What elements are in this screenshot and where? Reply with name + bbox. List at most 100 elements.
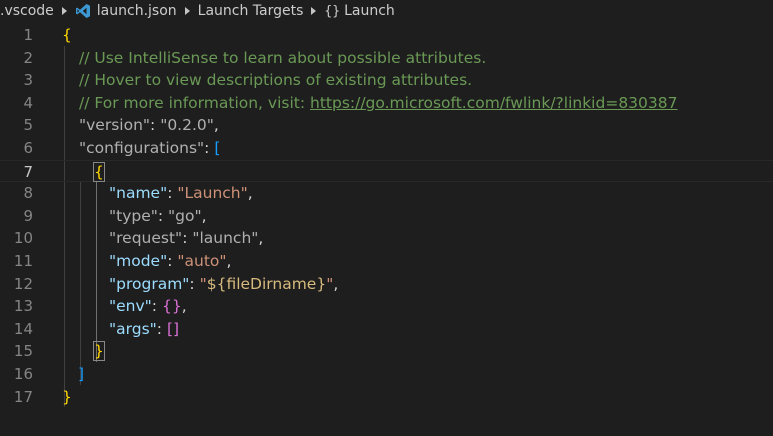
code-line: 15 }	[0, 340, 773, 363]
colon: :	[167, 184, 178, 203]
object-icon: {}	[324, 4, 341, 19]
breadcrumb-file-label: launch.json	[96, 3, 177, 19]
line-number: 14	[13, 319, 33, 338]
code-line: 1 {	[0, 24, 773, 47]
colon: :	[157, 206, 169, 225]
code-text: "program": "${fileDirname}",	[109, 273, 338, 296]
line-number: 7	[23, 162, 33, 181]
comment: // Use IntelliSense to learn about possi…	[79, 48, 487, 67]
json-string-value: "Launch"	[177, 184, 248, 203]
line-number: 9	[23, 206, 33, 225]
comment: // Hover to view descriptions of existin…	[79, 71, 473, 90]
json-string-value: "auto"	[177, 252, 227, 270]
code-text: "args": []	[109, 318, 179, 341]
vscode-json-icon	[75, 4, 90, 18]
code-text: // Use IntelliSense to learn about possi…	[79, 47, 486, 70]
json-string-value: "0.2.0"	[160, 116, 214, 135]
breadcrumb-symbol[interactable]: {} Launch	[324, 3, 394, 19]
breadcrumb-folder[interactable]: .vscode	[0, 3, 54, 19]
line-number: 17	[13, 387, 33, 406]
empty-object: {}	[161, 297, 182, 316]
code-text: // For more information, visit: https://…	[79, 92, 678, 115]
colon: :	[189, 274, 200, 293]
empty-array: []	[166, 319, 180, 338]
line-number: 13	[13, 297, 33, 316]
colon: :	[182, 229, 193, 248]
array-open-bracket: [	[214, 139, 221, 157]
template-variable: ${fileDirname}	[206, 274, 327, 293]
code-text: "configurations": [	[79, 137, 220, 160]
code-line: 10 "request": "launch",	[0, 227, 773, 250]
breadcrumb-file[interactable]: launch.json	[75, 3, 177, 19]
code-text: // Hover to view descriptions of existin…	[79, 69, 472, 92]
matched-open-brace: {	[93, 161, 105, 182]
json-key: "request"	[109, 229, 183, 248]
colon: :	[156, 319, 167, 338]
json-key: "type"	[109, 206, 158, 225]
line-number: 16	[13, 365, 33, 383]
code-text: }	[93, 340, 105, 363]
code-line: 9 "type": "go",	[0, 205, 773, 228]
code-line: 5 "version": "0.2.0",	[0, 114, 773, 137]
line-number: 12	[13, 274, 33, 293]
code-line: 17 }	[0, 386, 773, 409]
json-key: "name"	[109, 184, 168, 203]
code-line: 3 // Hover to view descriptions of exist…	[0, 69, 773, 92]
string-quote: "	[199, 274, 207, 293]
json-key: "program"	[109, 274, 190, 293]
code-text: "env": {},	[109, 295, 187, 318]
code-text: "name": "Launch",	[109, 182, 253, 205]
colon: :	[204, 139, 215, 157]
code-line: 4 // For more information, visit: https:…	[0, 92, 773, 115]
code-line: 6 "configurations": [	[0, 137, 773, 160]
line-number: 11	[13, 252, 33, 270]
code-editor[interactable]: 1 { 2 // Use IntelliSense to learn about…	[0, 24, 773, 436]
code-text: "request": "launch",	[109, 227, 263, 250]
json-key: "mode"	[109, 252, 168, 270]
line-number: 3	[23, 71, 33, 90]
line-number: 1	[23, 26, 33, 44]
code-line: 12 "program": "${fileDirname}",	[0, 273, 773, 296]
colon: :	[167, 252, 178, 270]
comma: ,	[247, 184, 253, 203]
chevron-right-icon	[311, 7, 317, 15]
comma: ,	[226, 252, 232, 270]
line-number: 2	[23, 48, 33, 67]
comma: ,	[201, 206, 207, 225]
json-key: "configurations"	[79, 139, 205, 157]
chevron-right-icon	[61, 7, 67, 15]
array-close-bracket: ]	[78, 365, 85, 383]
line-number: 10	[13, 229, 33, 248]
json-key: "env"	[109, 297, 152, 316]
code-line: 16 ]	[0, 363, 773, 386]
object-close-brace: }	[62, 387, 72, 406]
colon: :	[150, 116, 161, 135]
code-text: }	[62, 386, 72, 409]
line-number: 8	[23, 184, 33, 203]
line-number: 5	[23, 116, 33, 135]
line-number: 15	[13, 342, 33, 361]
code-text: {	[62, 24, 72, 47]
code-text: "type": "go",	[109, 205, 207, 228]
line-number: 4	[23, 93, 33, 112]
code-text: ]	[78, 363, 84, 386]
breadcrumb-symbol-label: Launch	[344, 3, 395, 19]
code-line: 13 "env": {},	[0, 295, 773, 318]
documentation-link[interactable]: https://go.microsoft.com/fwlink/?linkid=…	[310, 94, 678, 112]
json-string-value: "go"	[168, 206, 202, 225]
code-line-current: 7 {	[0, 159, 773, 184]
breadcrumb: .vscode launch.json Launch Targets {} Lau…	[0, 0, 773, 22]
json-key: "args"	[109, 319, 157, 338]
code-line: 14 "args": []	[0, 318, 773, 341]
code-text: "version": "0.2.0",	[79, 114, 219, 137]
code-text: {	[93, 161, 105, 184]
matched-close-brace: }	[93, 341, 105, 362]
object-open-brace: {	[62, 26, 72, 44]
line-number: 6	[23, 139, 33, 157]
comma: ,	[213, 116, 219, 135]
comma: ,	[333, 274, 339, 293]
code-line: 2 // Use IntelliSense to learn about pos…	[0, 47, 773, 70]
breadcrumb-section[interactable]: Launch Targets	[198, 3, 304, 19]
colon: :	[151, 297, 162, 316]
code-line: 11 "mode": "auto",	[0, 250, 773, 273]
